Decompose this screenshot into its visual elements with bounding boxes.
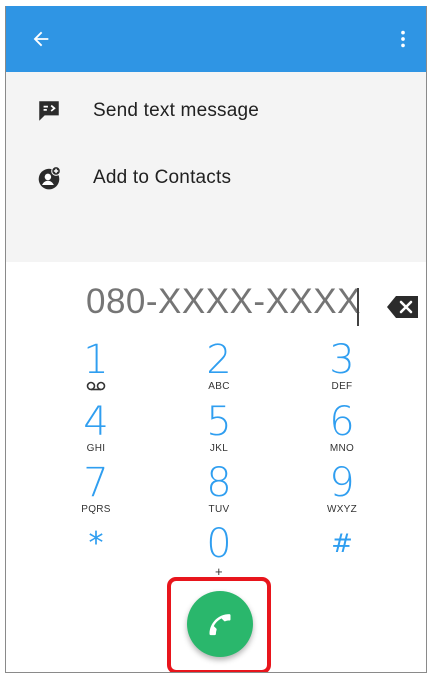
- more-options-button[interactable]: [388, 24, 418, 54]
- back-button[interactable]: [26, 24, 56, 54]
- key-8[interactable]: 8 TUV: [169, 463, 269, 525]
- dial-options: Send text message Add to Contacts: [6, 72, 426, 262]
- send-text-message-label: Send text message: [93, 100, 260, 121]
- more-vert-icon: [401, 30, 405, 48]
- phone-icon: [209, 614, 231, 636]
- arrow-left-icon: [33, 31, 49, 47]
- phone-number-field[interactable]: 080-XXXX-XXXX: [86, 282, 361, 322]
- key-9[interactable]: 9 WXYZ: [292, 463, 392, 525]
- key-letters: WXYZ: [326, 504, 358, 515]
- key-letters: JKL: [209, 443, 229, 454]
- key-6[interactable]: 6 MNO: [292, 402, 392, 464]
- key-digit: 8: [206, 460, 232, 506]
- app-bar: [6, 6, 426, 72]
- key-digit: 5: [206, 399, 232, 445]
- backspace-icon[interactable]: [386, 294, 420, 320]
- key-letters: TUV: [208, 504, 230, 515]
- key-digit: 0: [206, 521, 232, 567]
- text-caret: [357, 288, 359, 326]
- key-digit: 3: [329, 337, 355, 383]
- key-digit: 1: [83, 337, 109, 383]
- key-1[interactable]: 1: [46, 340, 146, 402]
- key-letters: PQRS: [81, 504, 111, 515]
- key-star[interactable]: *: [46, 524, 146, 586]
- voicemail-icon: [86, 381, 106, 391]
- key-7[interactable]: 7 PQRS: [46, 463, 146, 525]
- add-contact-icon: [38, 166, 61, 190]
- add-to-contacts-option[interactable]: Add to Contacts: [6, 150, 426, 206]
- number-display: 080-XXXX-XXXX: [6, 272, 426, 332]
- key-digit: *: [88, 526, 104, 561]
- send-text-message-option[interactable]: Send text message: [6, 83, 426, 139]
- key-digit: #: [331, 529, 353, 559]
- key-2[interactable]: 2 ABC: [169, 340, 269, 402]
- dialpad-panel: 080-XXXX-XXXX 1 2 ABC 3 DEF 4 GHI 5 JKL …: [6, 262, 426, 672]
- key-digit: 2: [206, 337, 232, 383]
- key-letters: GHI: [86, 443, 106, 454]
- call-button[interactable]: [187, 591, 253, 657]
- key-letters: ABC: [208, 381, 230, 392]
- message-icon: [39, 101, 59, 121]
- key-digit: 6: [329, 399, 355, 445]
- key-4[interactable]: 4 GHI: [46, 402, 146, 464]
- add-to-contacts-label: Add to Contacts: [93, 167, 232, 188]
- key-letters: DEF: [331, 381, 353, 392]
- key-digit: 9: [329, 460, 355, 506]
- key-letters: MNO: [329, 443, 355, 454]
- key-digit: 4: [83, 399, 109, 445]
- key-5[interactable]: 5 JKL: [169, 402, 269, 464]
- key-3[interactable]: 3 DEF: [292, 340, 392, 402]
- key-hash[interactable]: #: [292, 524, 392, 586]
- phone-screen: Send text message Add to Contacts 080-XX…: [5, 6, 427, 673]
- key-digit: 7: [83, 460, 109, 506]
